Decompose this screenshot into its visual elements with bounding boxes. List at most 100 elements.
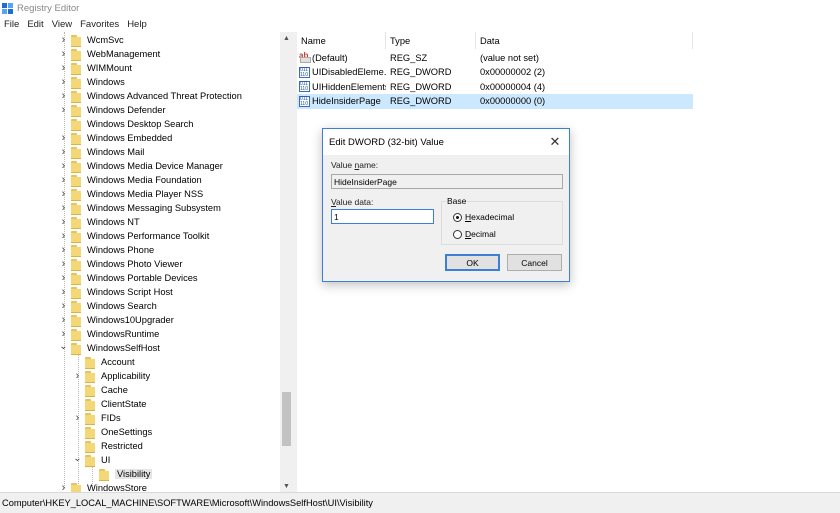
chevron-right-icon[interactable]: › [59,75,68,89]
chevron-down-icon[interactable]: ⌄ [73,451,82,465]
chevron-right-icon[interactable]: › [73,369,82,383]
tree-item[interactable]: ⌄ WindowsSelfHost [59,341,160,355]
tree-item[interactable]: › Windows Media Player NSS [59,187,203,201]
menu-edit[interactable]: Edit [27,19,43,30]
tree-item[interactable]: › Windows [59,75,125,89]
menu-view[interactable]: View [52,19,72,30]
tree-item-label: Visibility [115,469,153,479]
chevron-right-icon[interactable]: › [59,285,68,299]
chevron-right-icon[interactable]: › [59,159,68,173]
value-row[interactable]: UIDisabledEleme... REG_DWORD 0x00000002 (2… [297,65,693,80]
menu-help[interactable]: Help [127,19,147,30]
tree-item[interactable]: › Windows Advanced Threat Protection [59,89,242,103]
tree-item-label: WindowsRuntime [87,329,160,339]
chevron-right-icon[interactable]: › [59,131,68,145]
tree-item[interactable]: Account [73,355,135,369]
scroll-down-icon[interactable]: ▼ [280,480,293,492]
tree-item[interactable]: › Windows Messaging Subsystem [59,201,221,215]
chevron-right-icon[interactable]: › [59,201,68,215]
column-name[interactable]: Name [297,32,386,49]
tree-item[interactable]: ⌄ UI [73,453,110,467]
tree-item[interactable]: Cache [73,383,128,397]
chevron-right-icon[interactable]: › [59,145,68,159]
tree-item[interactable]: OneSettings [73,425,152,439]
folder-icon [71,230,81,243]
tree-item[interactable]: › FIDs [73,411,121,425]
chevron-right-icon[interactable]: › [59,173,68,187]
decimal-radio[interactable] [453,229,462,239]
tree-item[interactable]: Restricted [73,439,143,453]
tree-item[interactable]: › Windows10Upgrader [59,313,174,327]
value-row[interactable]: (Default) REG_SZ (value not set) [297,50,693,65]
chevron-right-icon[interactable]: › [59,257,68,271]
chevron-right-icon[interactable]: › [59,215,68,229]
value-data-input[interactable] [331,209,434,224]
tree-item[interactable]: › WcmSvc [59,33,124,47]
tree-item[interactable]: › WindowsStore [59,481,147,492]
folder-icon [71,258,81,271]
value-type: REG_DWORD [390,81,452,92]
column-data[interactable]: Data [476,32,693,49]
tree-item[interactable]: › Windows Performance Toolkit [59,229,209,243]
tree-item[interactable]: › Applicability [73,369,150,383]
folder-icon [85,440,95,453]
tree-item[interactable]: › WebManagement [59,47,160,61]
cancel-button[interactable]: Cancel [507,254,562,271]
close-icon[interactable]: ✕ [547,134,563,150]
chevron-right-icon[interactable]: › [59,47,68,61]
decimal-option[interactable]: Decimal [453,229,496,239]
chevron-right-icon[interactable]: › [59,61,68,75]
base-group: Base Hexadecimal Decimal [441,196,563,245]
chevron-right-icon[interactable]: › [59,313,68,327]
folder-icon [71,34,81,47]
menu-file[interactable]: File [4,19,19,30]
ok-button[interactable]: OK [445,254,500,271]
chevron-right-icon[interactable]: › [59,299,68,313]
chevron-down-icon[interactable]: ⌄ [59,339,68,353]
hexadecimal-radio[interactable] [453,212,462,222]
value-row[interactable]: UIHiddenElements REG_DWORD 0x00000004 (4) [297,79,693,94]
chevron-right-icon[interactable]: › [59,229,68,243]
hexadecimal-option[interactable]: Hexadecimal [453,212,514,222]
tree-item[interactable]: › Windows NT [59,215,140,229]
value-name-cell: (Default) [299,50,386,65]
menu-favorites[interactable]: Favorites [80,19,119,30]
tree-item[interactable]: Visibility [87,467,153,481]
chevron-right-icon[interactable]: › [59,103,68,117]
tree-item[interactable]: › WIMMount [59,61,132,75]
tree-item[interactable]: › Windows Defender [59,103,166,117]
scrollbar-thumb[interactable] [282,392,291,446]
reg-sz-icon [299,51,311,63]
chevron-right-icon[interactable]: › [59,89,68,103]
chevron-right-icon[interactable]: › [59,33,68,47]
folder-icon [71,216,81,229]
chevron-right-icon[interactable]: › [73,411,82,425]
scroll-up-icon[interactable]: ▲ [280,32,293,44]
value-row[interactable]: HideInsiderPage REG_DWORD 0x00000000 (0) [297,93,693,109]
tree-scrollbar[interactable]: ▲ ▼ [280,32,293,492]
tree-item[interactable]: › Windows Phone [59,243,154,257]
value-name-field[interactable]: HideInsiderPage [331,174,563,189]
chevron-right-icon[interactable]: › [59,243,68,257]
tree-item-label: Windows Photo Viewer [87,259,183,269]
tree-item[interactable]: › Windows Portable Devices [59,271,198,285]
tree-item[interactable]: › Windows Mail [59,145,144,159]
tree-item[interactable]: › WindowsRuntime [59,327,159,341]
tree-item[interactable]: Windows Desktop Search [59,117,193,131]
tree-item[interactable]: › Windows Search [59,299,157,313]
tree-item[interactable]: › Windows Media Device Manager [59,159,223,173]
chevron-right-icon[interactable]: › [59,481,68,492]
tree-item[interactable]: ClientState [73,397,146,411]
folder-icon [71,286,81,299]
registry-key-tree[interactable]: › WcmSvc › WebManagement › WIMMount › Windows › W… [0,32,293,492]
tree-item[interactable]: › Windows Embedded [59,131,172,145]
tree-item[interactable]: › Windows Media Foundation [59,173,202,187]
hexadecimal-label: Hexadecimal [465,212,515,222]
tree-item[interactable]: › Windows Script Host [59,285,173,299]
chevron-right-icon[interactable]: › [59,187,68,201]
column-type[interactable]: Type [386,32,476,49]
chevron-right-icon[interactable]: › [59,271,68,285]
tree-item[interactable]: › Windows Photo Viewer [59,257,182,271]
